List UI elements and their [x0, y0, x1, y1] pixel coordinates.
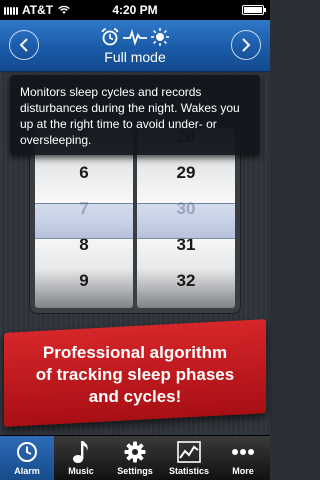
tab-music[interactable]: Music — [54, 436, 108, 480]
tab-more[interactable]: More — [216, 436, 270, 480]
sun-icon — [150, 27, 170, 47]
tab-label: Settings — [117, 466, 153, 476]
tab-settings[interactable]: Settings — [108, 436, 162, 480]
gear-icon — [124, 440, 146, 464]
chevron-right-icon — [242, 38, 251, 52]
tab-label: Statistics — [168, 466, 210, 476]
clock-icon — [16, 440, 38, 464]
picker-divider — [133, 128, 137, 308]
promo-line: of tracking sleep phases — [35, 365, 235, 384]
next-mode-button[interactable] — [231, 30, 261, 60]
tab-label: More — [232, 466, 254, 476]
promo-text: Professional algorithm of tracking sleep… — [4, 338, 266, 418]
tab-statistics[interactable]: Statistics — [162, 436, 216, 480]
status-time: 4:20 PM — [112, 3, 158, 17]
hour-option[interactable]: 6 — [35, 155, 133, 191]
battery-icon — [242, 5, 266, 15]
tab-label: Alarm — [14, 466, 40, 476]
chart-icon — [177, 440, 201, 464]
more-dots-icon — [231, 440, 255, 464]
tab-label: Music — [68, 466, 94, 476]
promo-line: Professional algorithm — [42, 343, 228, 362]
alarm-clock-icon — [100, 27, 120, 47]
minute-option[interactable]: 29 — [137, 155, 235, 191]
mode-title: Full mode — [104, 49, 166, 65]
promo-line: and cycles! — [88, 387, 182, 406]
mode-header: Full mode — [0, 20, 270, 72]
status-bar: AT&T 4:20 PM — [0, 0, 270, 20]
tab-bar: Alarm Music Settings Statistics More — [0, 435, 270, 480]
minute-option[interactable]: 32 — [137, 263, 235, 299]
tab-alarm[interactable]: Alarm — [0, 436, 54, 480]
hour-option[interactable]: 9 — [35, 263, 133, 299]
heartbeat-icon — [123, 27, 147, 47]
mode-description: Monitors sleep cycles and records distur… — [10, 75, 260, 155]
mode-icons — [0, 26, 270, 48]
music-note-icon — [72, 440, 90, 464]
